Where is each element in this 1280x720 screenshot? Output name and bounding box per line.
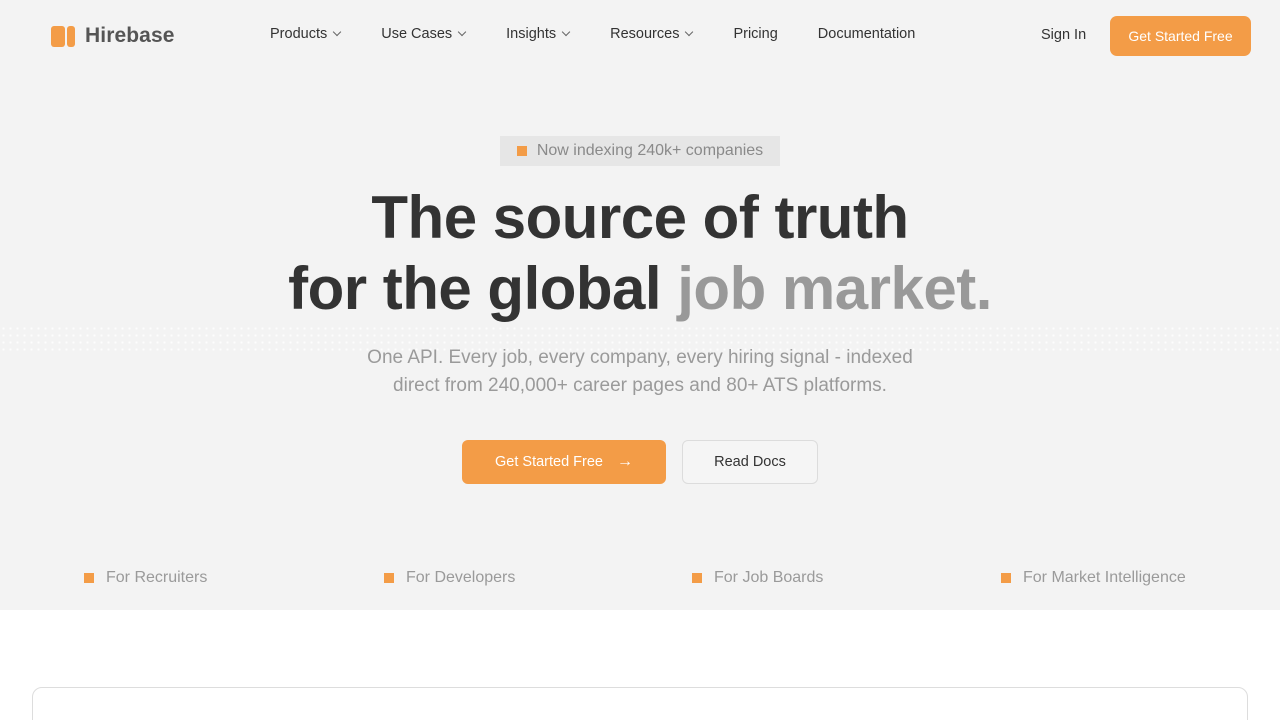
hero-get-started-button[interactable]: Get Started Free → xyxy=(462,440,666,484)
hero-title-line-1: The source of truth xyxy=(371,184,909,251)
nav-item-resources[interactable]: Resources xyxy=(610,26,694,42)
square-icon xyxy=(516,146,527,156)
chevron-down-icon xyxy=(685,27,694,37)
chevron-down-icon xyxy=(457,27,467,37)
nav-item-label: Pricing xyxy=(733,26,778,42)
nav-item-use-cases[interactable]: Use Cases xyxy=(381,26,467,42)
audience-label: For Developers xyxy=(406,569,516,586)
audience-label: For Job Boards xyxy=(714,569,824,586)
hero-subtitle-line-2: direct from 240,000+ career pages and 80… xyxy=(393,375,887,396)
read-docs-button[interactable]: Read Docs xyxy=(682,440,818,484)
hero-title-main: for the global xyxy=(288,255,662,322)
nav-item-documentation[interactable]: Documentation xyxy=(818,26,916,42)
audience-label: For Recruiters xyxy=(106,569,208,586)
audience-market-intelligence[interactable]: For Market Intelligence xyxy=(1001,569,1186,587)
chevron-down-icon xyxy=(332,27,342,37)
nav-item-label: Products xyxy=(270,26,328,42)
arrow-right-icon: → xyxy=(617,453,633,470)
square-icon xyxy=(84,573,94,583)
square-icon xyxy=(1001,573,1011,583)
square-icon xyxy=(384,573,394,583)
sign-in-link[interactable]: Sign In xyxy=(1041,27,1086,43)
audience-label: For Market Intelligence xyxy=(1023,569,1186,586)
nav-links: Products Use Cases Insights Resources Pr… xyxy=(270,26,915,42)
chevron-down-icon xyxy=(561,27,571,37)
nav-item-label: Resources xyxy=(610,26,680,42)
hero-title-muted: job market. xyxy=(677,255,992,322)
nav-item-products[interactable]: Products xyxy=(270,26,342,42)
nav-item-pricing[interactable]: Pricing xyxy=(733,26,777,42)
audience-job-boards[interactable]: For Job Boards xyxy=(692,569,823,587)
logo-icon xyxy=(51,25,75,47)
top-nav: Hirebase Products Use Cases Insights Res… xyxy=(0,0,1280,72)
badge-text: Now indexing 240k+ companies xyxy=(536,142,764,159)
nav-item-label: Documentation xyxy=(817,26,916,42)
status-badge: Now indexing 240k+ companies xyxy=(500,136,780,166)
get-started-button[interactable]: Get Started Free xyxy=(1110,16,1251,56)
nav-item-label: Use Cases xyxy=(381,26,453,42)
audience-recruiters[interactable]: For Recruiters xyxy=(84,569,207,587)
content-panel xyxy=(32,687,1248,720)
hero-subtitle-line-1: One API. Every job, every company, every… xyxy=(367,347,913,368)
audience-developers[interactable]: For Developers xyxy=(384,569,515,587)
square-icon xyxy=(692,573,702,583)
logo-text: Hirebase xyxy=(85,24,175,47)
nav-item-label: Insights xyxy=(506,26,557,42)
button-label: Get Started Free xyxy=(495,454,603,470)
logo[interactable]: Hirebase xyxy=(51,24,175,48)
hero-title-line-2: for the global job market. xyxy=(0,259,1280,319)
nav-item-insights[interactable]: Insights xyxy=(506,26,571,42)
